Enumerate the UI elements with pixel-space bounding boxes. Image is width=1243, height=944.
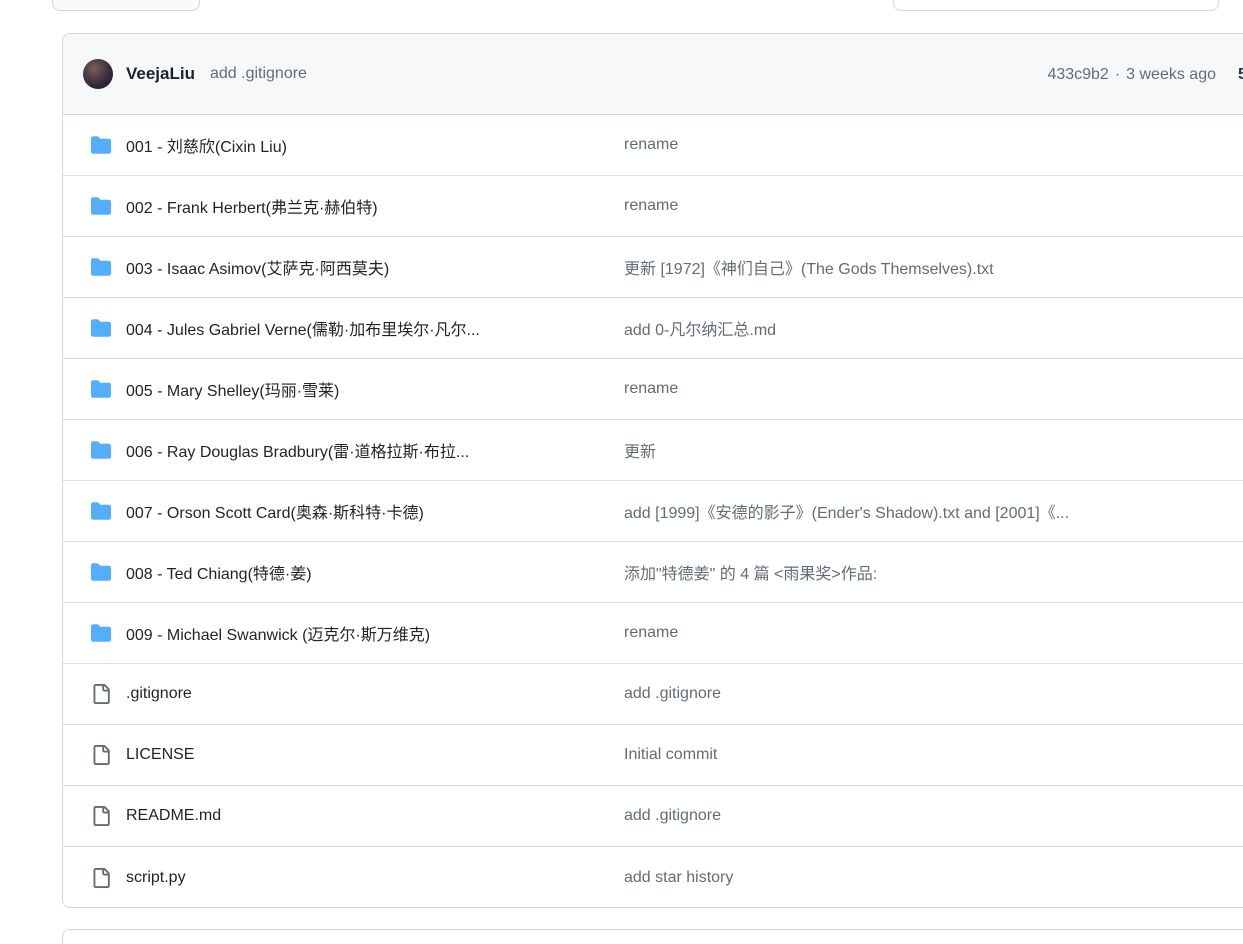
file-icon <box>91 684 111 704</box>
file-row: 008 - Ted Chiang(特德·姜)添加"特德姜" 的 4 篇 <雨果奖… <box>63 542 1243 603</box>
avatar[interactable] <box>83 59 113 89</box>
folder-icon <box>91 501 111 521</box>
repository-page: VeejaLiu add .gitignore 433c9b2 · 3 week… <box>0 0 1243 944</box>
folder-icon <box>91 318 111 338</box>
row-commit-message-link[interactable]: add [1999]《安德的影子》(Ender's Shadow).txt an… <box>624 499 1243 523</box>
file-name-link[interactable]: 008 - Ted Chiang(特德·姜) <box>126 560 624 584</box>
folder-icon <box>91 257 111 277</box>
commits-count-partial[interactable]: 5 <box>1238 34 1243 115</box>
file-row: 007 - Orson Scott Card(奥森·斯科特·卡德)add [19… <box>63 481 1243 542</box>
file-row: LICENSEInitial commit <box>63 725 1243 786</box>
file-icon <box>91 868 111 888</box>
file-icon <box>91 745 111 765</box>
file-row: 002 - Frank Herbert(弗兰克·赫伯特)rename <box>63 176 1243 237</box>
row-commit-message-link[interactable]: Initial commit <box>624 746 1243 764</box>
row-commit-message-link[interactable]: add .gitignore <box>624 807 1243 825</box>
file-row: 006 - Ray Douglas Bradbury(雷·道格拉斯·布拉...更… <box>63 420 1243 481</box>
file-row: 003 - Isaac Asimov(艾萨克·阿西莫夫)更新 [1972]《神们… <box>63 237 1243 298</box>
row-commit-message-link[interactable]: rename <box>624 197 1243 215</box>
file-name-link[interactable]: LICENSE <box>126 746 624 764</box>
folder-icon <box>91 623 111 643</box>
row-commit-message-link[interactable]: rename <box>624 624 1243 642</box>
file-name-link[interactable]: README.md <box>126 807 624 825</box>
commit-sha-link[interactable]: 433c9b2 <box>1047 66 1108 84</box>
file-name-link[interactable]: 009 - Michael Swanwick (迈克尔·斯万维克) <box>126 621 624 645</box>
commit-meta: 433c9b2 · 3 weeks ago <box>1047 34 1216 115</box>
meta-separator: · <box>1115 66 1120 84</box>
file-name-link[interactable]: 006 - Ray Douglas Bradbury(雷·道格拉斯·布拉... <box>126 438 624 462</box>
folder-icon <box>91 440 111 460</box>
file-row: README.mdadd .gitignore <box>63 786 1243 847</box>
file-row: .gitignoreadd .gitignore <box>63 664 1243 725</box>
file-list-card: VeejaLiu add .gitignore 433c9b2 · 3 week… <box>62 33 1243 908</box>
folder-icon <box>91 196 111 216</box>
row-commit-message-link[interactable]: rename <box>624 380 1243 398</box>
file-name-link[interactable]: 005 - Mary Shelley(玛丽·雪莱) <box>126 377 624 401</box>
file-name-link[interactable]: 002 - Frank Herbert(弗兰克·赫伯特) <box>126 194 624 218</box>
file-name-link[interactable]: 007 - Orson Scott Card(奥森·斯科特·卡德) <box>126 499 624 523</box>
row-commit-message-link[interactable]: rename <box>624 136 1243 154</box>
folder-icon <box>91 135 111 155</box>
commit-time-link[interactable]: 3 weeks ago <box>1126 66 1216 84</box>
branch-selector-partial[interactable] <box>52 0 200 11</box>
row-commit-message-link[interactable]: add .gitignore <box>624 685 1243 703</box>
file-name-link[interactable]: .gitignore <box>126 685 624 703</box>
file-rows: 001 - 刘慈欣(Cixin Liu)rename002 - Frank He… <box>63 115 1243 908</box>
folder-icon <box>91 379 111 399</box>
file-row: 004 - Jules Gabriel Verne(儒勒·加布里埃尔·凡尔...… <box>63 298 1243 359</box>
row-commit-message-link[interactable]: 添加"特德姜" 的 4 篇 <雨果奖>作品: <box>624 560 1243 584</box>
file-row: 009 - Michael Swanwick (迈克尔·斯万维克)rename <box>63 603 1243 664</box>
file-name-link[interactable]: script.py <box>126 869 624 887</box>
folder-icon <box>91 562 111 582</box>
file-name-link[interactable]: 003 - Isaac Asimov(艾萨克·阿西莫夫) <box>126 255 624 279</box>
latest-commit-header: VeejaLiu add .gitignore 433c9b2 · 3 week… <box>63 34 1243 115</box>
file-row: 001 - 刘慈欣(Cixin Liu)rename <box>63 115 1243 176</box>
row-commit-message-link[interactable]: add star history <box>624 869 1243 887</box>
file-name-link[interactable]: 004 - Jules Gabriel Verne(儒勒·加布里埃尔·凡尔... <box>126 316 624 340</box>
file-icon <box>91 806 111 826</box>
readme-card-partial <box>62 929 1243 944</box>
go-to-file-input-partial[interactable] <box>893 0 1219 11</box>
commit-message-link[interactable]: add .gitignore <box>210 65 307 83</box>
commit-author-link[interactable]: VeejaLiu <box>126 64 195 84</box>
row-commit-message-link[interactable]: add 0-凡尔纳汇总.md <box>624 316 1243 340</box>
file-row: 005 - Mary Shelley(玛丽·雪莱)rename <box>63 359 1243 420</box>
file-row: script.pyadd star history <box>63 847 1243 908</box>
row-commit-message-link[interactable]: 更新 [1972]《神们自己》(The Gods Themselves).txt <box>624 255 1243 279</box>
row-commit-message-link[interactable]: 更新 <box>624 438 1243 462</box>
file-name-link[interactable]: 001 - 刘慈欣(Cixin Liu) <box>126 133 624 157</box>
